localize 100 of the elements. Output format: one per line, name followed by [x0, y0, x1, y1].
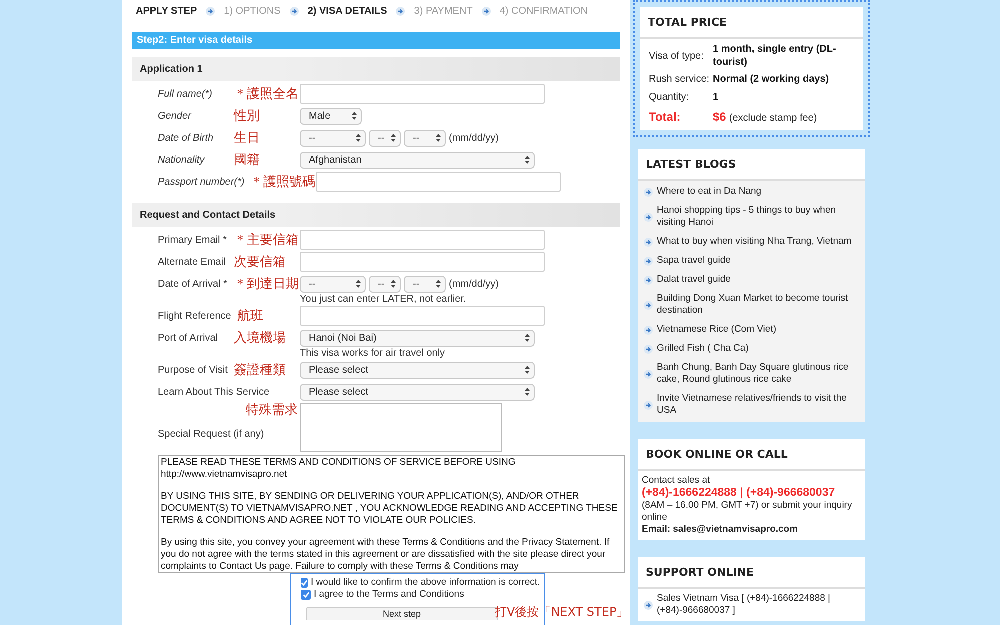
checkbox-label: I would like to confirm the above information is correct. — [311, 576, 540, 590]
phone-numbers: (+84)-1666224888 | (+84)-966680037 — [642, 487, 836, 500]
field-label: Special Request (if any) — [158, 428, 266, 441]
arrow-icon — [290, 7, 299, 16]
select-dropdown[interactable]: Afghanistan — [300, 152, 535, 168]
steps-title: APPLY STEP — [136, 5, 198, 20]
updown-caret-icon — [352, 112, 357, 120]
checkbox[interactable] — [301, 590, 311, 600]
arrow-icon — [644, 276, 653, 284]
text-input[interactable] — [300, 306, 545, 326]
select-dropdown[interactable]: Male — [300, 108, 362, 124]
blog-link[interactable]: Sapa travel guide — [657, 255, 731, 267]
select-dropdown[interactable]: Please select — [300, 384, 535, 400]
terms-paragraph: PLEASE READ THESE TERMS AND CONDITIONS OF SERVICE BEFORE USING http://www.vietnamvisapro.net — [161, 457, 517, 481]
select-dropdown[interactable]: -- — [404, 130, 446, 146]
field-label: Passport number(*) — [158, 176, 246, 188]
text-input[interactable] — [316, 172, 561, 192]
updown-caret-icon — [525, 388, 530, 396]
annotation-text: ＊主要信箱 — [234, 232, 299, 248]
terms-paragraph: BY USING THIS SITE, BY SENDING OR DELIVERING YOUR APPLICATION(S), AND/OR OTHER DOCUMENT(S) TO VIETNAMVISAPRO.NET , YOU ACKNOWLEDGE READING AND ACCEPTING THESE TERMS & CONDITIONS AND AGREE NOT TO VIOLATE OUR POLICIES. — [161, 491, 619, 527]
terms-paragraph: By using this site, you convey your agreement with these Terms & Conditions and the Privacy Statement. If you do not agree with the terms stated in this agreement or are dissatisfied with the site please direct your complaints to Contact Us page. Failure to comply with these Terms & Conditions may — [161, 537, 611, 572]
arrow-icon — [644, 300, 653, 310]
arrow-icon — [644, 256, 653, 266]
arrow-icon — [644, 188, 653, 196]
total-note: (exclude stamp fee) — [729, 112, 818, 126]
arrow-icon — [644, 600, 653, 610]
annotation-text: 入境機場 — [234, 330, 286, 346]
contact-hours: (8AM – 16.00 PM, GMT +7) or submit your inquiry online — [642, 500, 854, 524]
text-area[interactable] — [300, 403, 502, 452]
field-label: Port of Arrival — [158, 332, 220, 344]
arrow-icon — [644, 212, 653, 222]
field-label: Flight Reference — [158, 310, 232, 322]
text-input[interactable] — [300, 230, 545, 250]
price-label: Rush service: — [649, 73, 711, 87]
contact-email: Email: sales@vietnamvisapro.com — [642, 524, 800, 536]
price-value: Normal (2 working days) — [713, 73, 830, 86]
annotation-text: ＊護照全名 — [234, 86, 299, 102]
select-dropdown[interactable]: -- — [369, 130, 401, 146]
select-dropdown[interactable]: Hanoi (Noi Bai) — [300, 330, 535, 346]
arrow-icon — [396, 7, 406, 16]
field-label: Date of Arrival * — [158, 278, 228, 290]
field-label: Full name(*) — [158, 88, 214, 100]
annotation-text: ＊到達日期 — [234, 276, 299, 292]
price-value: 1 — [713, 91, 719, 104]
select-dropdown[interactable]: -- — [404, 276, 446, 292]
price-value: 1 month, single entry (DL-tourist) — [713, 43, 838, 69]
field-label: Learn About This Service — [158, 386, 271, 398]
annotation-text: 次要信箱 — [234, 254, 286, 270]
field-note: This visa works for air travel only — [300, 348, 446, 359]
field-label: Alternate Email — [158, 256, 227, 268]
checkbox-label: I agree to the Terms and Conditions — [314, 588, 464, 602]
blog-link[interactable]: Where to eat in Da Nang — [657, 186, 762, 198]
blog-link[interactable]: What to buy when visiting Nha Trang, Vietnam — [657, 236, 852, 248]
field-label: Gender — [158, 110, 192, 122]
blog-link[interactable]: Banh Chung, Banh Day Square glutinous rice cake, Round glutinous rice cake — [657, 362, 859, 386]
arrow-icon — [482, 7, 491, 16]
updown-caret-icon — [525, 366, 530, 374]
form-title: Step2: Enter visa details — [137, 34, 253, 48]
annotation-text: 生日 — [234, 130, 260, 146]
text-input[interactable] — [300, 252, 545, 272]
blog-link[interactable]: Building Dong Xuan Market to become tourist destination — [657, 293, 859, 317]
select-dropdown[interactable]: -- — [369, 276, 401, 292]
arrow-icon — [644, 238, 653, 246]
updown-caret-icon — [391, 280, 396, 288]
annotation-text: 特殊需求 — [246, 403, 298, 418]
arrow-icon — [644, 344, 653, 354]
text-input[interactable] — [300, 84, 545, 104]
updown-caret-icon — [356, 134, 361, 142]
annotation-text: 性別 — [234, 108, 260, 124]
select-dropdown[interactable]: -- — [300, 276, 366, 292]
panel-title: SUPPORT ONLINE — [646, 566, 754, 579]
updown-caret-icon — [525, 156, 530, 164]
updown-caret-icon — [436, 280, 441, 288]
section-title: Request and Contact Details — [140, 208, 276, 222]
annotation-text: 打V後按「NEXT STEP」 — [495, 605, 629, 620]
blog-link[interactable]: Invite Vietnamese relatives/friends to visit the USA — [657, 393, 859, 417]
arrow-icon — [206, 7, 216, 16]
updown-caret-icon — [436, 134, 441, 142]
blog-link[interactable]: Vietnamese Rice (Com Viet) — [657, 324, 777, 336]
select-dropdown[interactable]: -- — [300, 130, 366, 146]
date-format-hint: (mm/dd/yy) — [449, 278, 499, 292]
panel-title: LATEST BLOGS — [646, 158, 736, 171]
support-link[interactable]: Sales Vietnam Visa [ (+84)-1666224888 | (+84)-966680037 ] — [657, 593, 859, 617]
panel-title: BOOK ONLINE OR CALL — [646, 448, 788, 461]
field-label: Date of Birth — [158, 132, 215, 144]
blog-link[interactable]: Hanoi shopping tips - 5 things to buy when visiting Hanoi — [657, 205, 859, 229]
annotation-text: 國籍 — [234, 152, 260, 168]
blog-link[interactable]: Grilled Fish ( Cha Ca) — [657, 343, 749, 355]
checkbox[interactable] — [301, 578, 308, 588]
total-value: $6 — [713, 109, 726, 126]
blog-link[interactable]: Dalat travel guide — [657, 274, 731, 286]
field-label: Primary Email * — [158, 234, 228, 246]
annotation-text: ＊護照號碼 — [250, 174, 316, 190]
annotation-text: 簽證種類 — [234, 362, 286, 378]
step-tab[interactable]: 2) VISA DETAILS — [308, 4, 388, 20]
field-label: Nationality — [158, 154, 206, 166]
section-title: Application 1 — [140, 62, 203, 76]
date-format-hint: (mm/dd/yy) — [449, 132, 499, 146]
arrow-icon — [644, 370, 653, 378]
select-dropdown[interactable]: Please select — [300, 362, 535, 378]
